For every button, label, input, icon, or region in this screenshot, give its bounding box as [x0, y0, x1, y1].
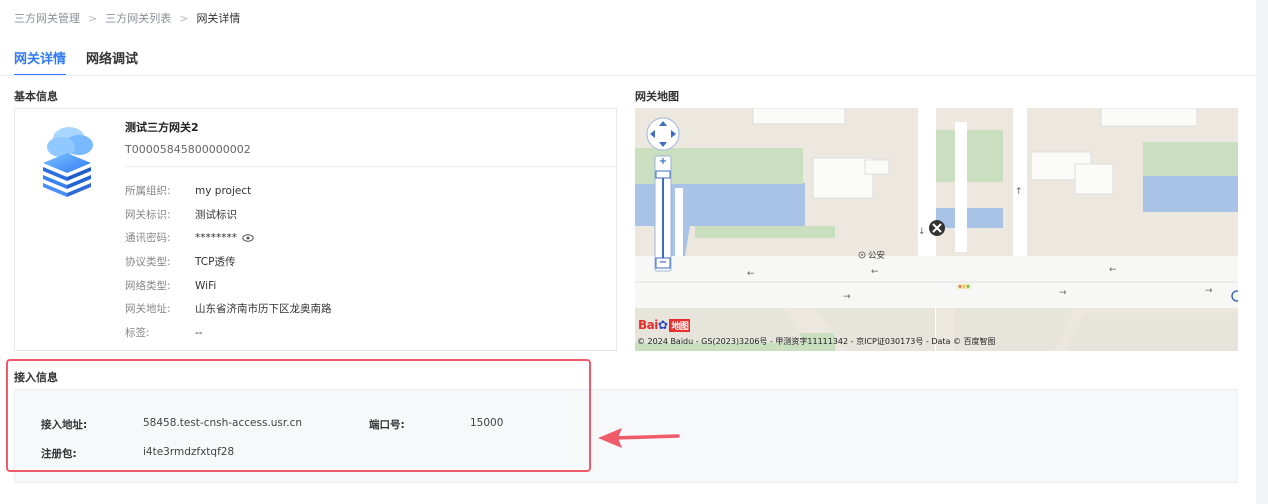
tab-network-debug[interactable]: 网络调试	[86, 48, 138, 76]
tab-gateway-details[interactable]: 网关详情	[14, 48, 67, 76]
breadcrumb-current: 网关详情	[196, 12, 241, 25]
field-organization: 所属组织: my project	[125, 183, 251, 198]
field-label: 标签:	[125, 327, 150, 339]
tab-bar: 网关详情 网络调试	[14, 48, 158, 76]
zoom-out-button[interactable]: −	[657, 257, 669, 268]
password-masked: ********	[195, 231, 237, 244]
breadcrumb-separator: >	[179, 11, 189, 25]
svg-text:↑: ↑	[1015, 187, 1023, 197]
highlight-box	[6, 359, 591, 472]
gateway-id: T00005845800000002	[125, 143, 251, 156]
field-value: --	[195, 326, 203, 339]
basic-info-title: 基本信息	[14, 90, 58, 103]
map-title: 网关地图	[635, 90, 679, 103]
baidu-logo: Bai✿ 地图	[638, 318, 691, 332]
svg-text:→: →	[1205, 286, 1213, 296]
basic-info-card: 测试三方网关2 T00005845800000002 所属组织: my proj…	[14, 108, 617, 351]
baidu-logo-text: Bai	[638, 318, 658, 332]
field-label: 通讯密码:	[125, 232, 171, 244]
eye-icon[interactable]	[242, 233, 254, 242]
field-network-type: 网络类型: WiFi	[125, 278, 216, 293]
field-value: 测试标识	[195, 209, 237, 221]
field-tags: 标签: --	[125, 325, 203, 340]
map-copyright: © 2024 Baidu - GS(2023)3206号 - 甲测资字11111…	[637, 337, 996, 346]
field-address: 网关地址: 山东省济南市历下区龙奥南路	[125, 301, 332, 316]
field-value: my project	[195, 184, 252, 197]
gateway-divider	[125, 166, 615, 167]
tabs-divider	[0, 75, 1256, 76]
field-label: 网络类型:	[125, 280, 171, 292]
annotation-arrow-icon	[598, 428, 680, 448]
svg-text:←: ←	[747, 269, 755, 279]
zoom-in-button[interactable]: +	[657, 156, 669, 167]
field-value: 山东省济南市历下区龙奥南路	[195, 303, 332, 315]
field-label: 网关标识:	[125, 209, 171, 221]
svg-text:←: ←	[1109, 265, 1117, 275]
baidu-paw-icon: ✿	[657, 318, 668, 332]
field-gateway-identifier: 网关标识: 测试标识	[125, 207, 237, 222]
baidu-logo-ditu: 地图	[669, 319, 691, 332]
breadcrumb-separator: >	[88, 11, 98, 25]
field-label: 网关地址:	[125, 303, 171, 315]
field-label: 所属组织:	[125, 185, 171, 197]
svg-text:←: ←	[871, 267, 879, 277]
svg-text:→: →	[1059, 288, 1067, 298]
breadcrumb-item-gateway-list[interactable]: 三方网关列表	[105, 10, 171, 26]
map-poi-label: 公安	[868, 251, 886, 261]
field-protocol: 协议类型: TCP透传	[125, 254, 235, 269]
page-scrollbar[interactable]	[1256, 0, 1268, 504]
gateway-map[interactable]: ← ← ← → → → ↑ ↓ 公安 + − Bai✿ 地图 © 2024 Ba…	[635, 108, 1238, 351]
field-password: 通讯密码: ********	[125, 230, 254, 245]
breadcrumb: 三方网关管理 > 三方网关列表 > 网关详情	[14, 10, 240, 26]
field-value: WiFi	[195, 279, 217, 292]
svg-text:↓: ↓	[918, 227, 926, 237]
breadcrumb-item-gateway-management[interactable]: 三方网关管理	[14, 10, 80, 26]
svg-text:→: →	[843, 292, 851, 302]
field-label: 协议类型:	[125, 256, 171, 268]
map-canvas[interactable]: ← ← ← → → → ↑ ↓	[635, 108, 1238, 351]
field-value: TCP透传	[195, 256, 236, 268]
field-value-wrap: ********	[195, 230, 254, 245]
gateway-name: 测试三方网关2	[125, 121, 199, 134]
cloud-gateway-icon	[43, 127, 93, 197]
